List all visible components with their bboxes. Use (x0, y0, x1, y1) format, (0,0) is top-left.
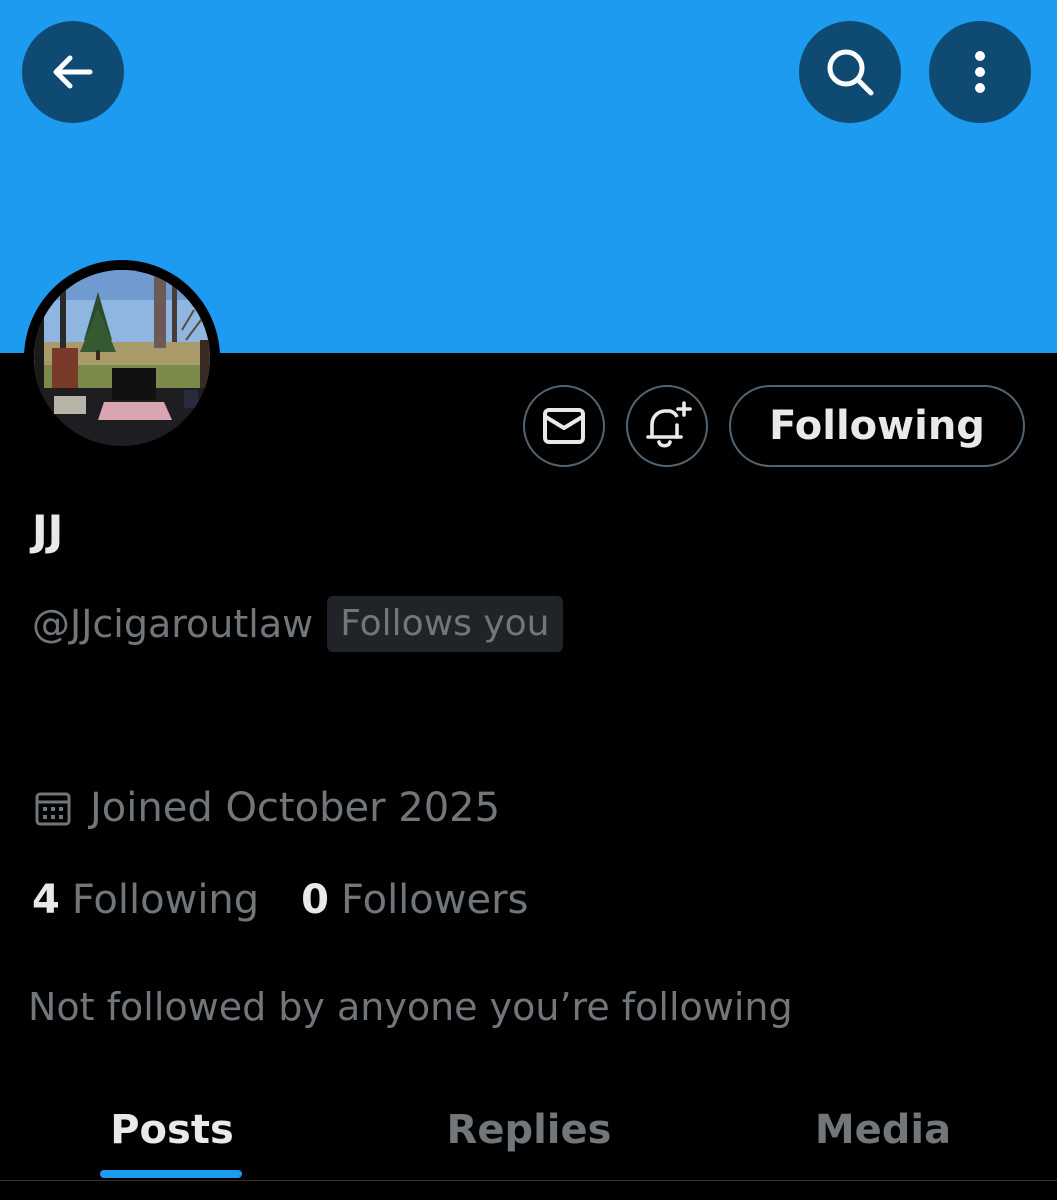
tab-media[interactable]: Media (760, 1080, 1006, 1180)
following-stat[interactable]: 4 Following (32, 877, 259, 923)
tab-replies[interactable]: Replies (400, 1080, 658, 1180)
bell-plus-icon (646, 401, 692, 448)
search-icon (827, 49, 874, 96)
envelope-icon (543, 408, 585, 444)
active-tab-indicator (100, 1170, 242, 1178)
search-button[interactable] (799, 21, 901, 123)
following-count: 4 (32, 877, 60, 923)
display-name: JJ (32, 506, 64, 555)
joined-row: Joined October 2025 (34, 782, 500, 834)
calendar-icon (35, 792, 71, 826)
arrow-left-icon (53, 55, 93, 89)
social-context-text: Not followed by anyone you’re following (28, 985, 793, 1029)
user-handle: @JJcigaroutlaw (32, 602, 314, 646)
avatar[interactable] (24, 260, 220, 456)
handle-row: @JJcigaroutlaw Follows you (32, 596, 563, 652)
more-vertical-icon (975, 51, 985, 93)
following-label: Following (71, 877, 260, 923)
followers-label: Followers (341, 877, 529, 923)
follows-you-badge: Follows you (327, 596, 563, 652)
message-button[interactable] (523, 385, 605, 467)
tab-posts[interactable]: Posts (60, 1080, 284, 1180)
followers-stat[interactable]: 0 Followers (301, 877, 528, 923)
joined-date: Joined October 2025 (90, 785, 501, 831)
following-button[interactable]: Following (729, 385, 1025, 467)
notifications-button[interactable] (626, 385, 708, 467)
follow-stats: 4 Following 0 Followers (32, 872, 528, 928)
more-options-button[interactable] (929, 21, 1031, 123)
followers-count: 0 (301, 877, 330, 923)
avatar-photo (34, 270, 210, 446)
profile-tabs: Posts Replies Media (0, 1080, 1057, 1181)
back-button[interactable] (22, 21, 124, 123)
